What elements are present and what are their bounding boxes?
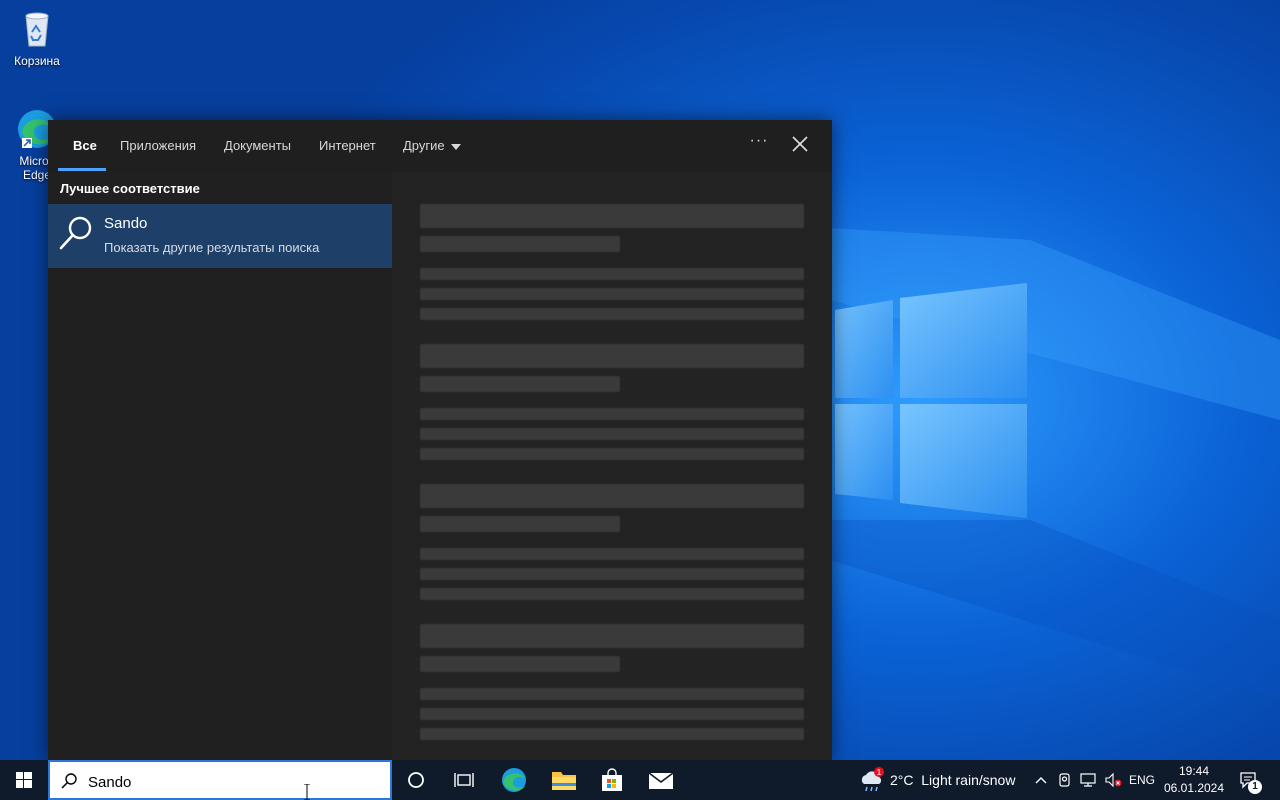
- edge-icon: [502, 768, 526, 792]
- camera-icon: [1059, 773, 1070, 787]
- more-options-button[interactable]: ···: [748, 132, 770, 156]
- tab-apps[interactable]: Приложения: [120, 138, 196, 153]
- network-icon: [1080, 773, 1096, 787]
- show-hidden-icons-button[interactable]: [1030, 760, 1052, 800]
- best-match-result[interactable]: Sando Показать другие результаты поиска: [48, 204, 392, 268]
- weather-text[interactable]: 2°C Light rain/snow: [890, 760, 1022, 800]
- taskbar-search-box[interactable]: [48, 760, 392, 800]
- close-button[interactable]: [788, 132, 812, 156]
- language-indicator[interactable]: ENG: [1126, 760, 1158, 800]
- weather-widget-icon-wrap[interactable]: 1: [856, 760, 888, 800]
- task-view-button[interactable]: [440, 760, 488, 800]
- tab-all[interactable]: Все: [73, 138, 97, 153]
- preview-pane-loading: [392, 172, 832, 760]
- search-icon: [59, 216, 92, 250]
- volume-muted-icon: [1105, 772, 1122, 788]
- skeleton-line: [420, 428, 804, 440]
- file-explorer-button[interactable]: [540, 760, 588, 800]
- skeleton-line: [420, 288, 804, 300]
- search-icon: [61, 773, 77, 789]
- task-view-icon: [454, 773, 474, 787]
- volume-button[interactable]: [1102, 760, 1124, 800]
- skeleton-subtitle: [420, 516, 620, 532]
- skeleton-title: [420, 624, 804, 648]
- skeleton-line: [420, 548, 804, 560]
- search-input[interactable]: [88, 772, 378, 792]
- skeleton-line: [420, 688, 804, 700]
- search-tab-bar: Все Приложения Документы Интернет Другие…: [48, 120, 832, 172]
- search-flyout: Все Приложения Документы Интернет Другие…: [48, 120, 832, 760]
- skeleton-title: [420, 344, 804, 368]
- taskbar: 1 2°C Light rain/snow ENG 19:44 06.01.20…: [0, 760, 1280, 800]
- skeleton-line: [420, 268, 804, 280]
- notification-count-badge: 1: [1248, 780, 1262, 794]
- chevron-up-icon: [1035, 777, 1047, 784]
- clock-time: 19:44: [1178, 764, 1210, 778]
- best-match-title: Sando: [104, 215, 148, 232]
- tab-documents[interactable]: Документы: [224, 138, 291, 153]
- skeleton-line: [420, 708, 804, 720]
- cortana-button[interactable]: [392, 760, 440, 800]
- best-match-heading: Лучшее соответствие: [60, 181, 200, 196]
- skeleton-line: [420, 408, 804, 420]
- skeleton-title: [420, 204, 804, 228]
- skeleton-line: [420, 308, 804, 320]
- tab-more-label: Другие: [403, 138, 445, 153]
- recycle-bin-desktop-icon[interactable]: Корзина: [0, 8, 74, 68]
- text-cursor-icon: [304, 784, 310, 800]
- best-match-subtitle: Показать другие результаты поиска: [104, 240, 320, 255]
- windows-logo-icon: [16, 772, 32, 788]
- skeleton-line: [420, 728, 804, 740]
- clock[interactable]: 19:44 06.01.2024: [1160, 763, 1228, 797]
- skeleton-line: [420, 568, 804, 580]
- store-bag-icon: [602, 768, 622, 791]
- folder-icon: [552, 772, 576, 790]
- skeleton-subtitle: [420, 236, 620, 252]
- close-icon: [792, 136, 808, 152]
- weather-cloud-icon: 1: [861, 767, 884, 792]
- meet-now-button[interactable]: [1054, 760, 1076, 800]
- skeleton-subtitle: [420, 656, 620, 672]
- tab-more[interactable]: Другие: [403, 138, 461, 153]
- network-button[interactable]: [1078, 760, 1100, 800]
- recycle-bin-icon: [16, 8, 58, 50]
- store-button[interactable]: [588, 760, 636, 800]
- mail-button[interactable]: [637, 760, 685, 800]
- active-tab-indicator: [58, 168, 106, 171]
- skeleton-subtitle: [420, 376, 620, 392]
- weather-alert-badge: 1: [877, 768, 882, 777]
- start-button[interactable]: [0, 760, 48, 800]
- tab-web[interactable]: Интернет: [319, 138, 376, 153]
- cortana-circle-icon: [408, 772, 424, 788]
- skeleton-title: [420, 484, 804, 508]
- skeleton-line: [420, 448, 804, 460]
- clock-date: 06.01.2024: [1163, 781, 1225, 795]
- skeleton-line: [420, 588, 804, 600]
- recycle-bin-label: Корзина: [14, 54, 60, 68]
- caret-down-icon: [450, 143, 461, 150]
- mail-icon: [648, 772, 674, 789]
- results-pane: Лучшее соответствие Sando Показать други…: [48, 172, 392, 760]
- taskbar-edge-button[interactable]: [490, 760, 538, 800]
- edge-label-line2: Edge: [22, 168, 52, 182]
